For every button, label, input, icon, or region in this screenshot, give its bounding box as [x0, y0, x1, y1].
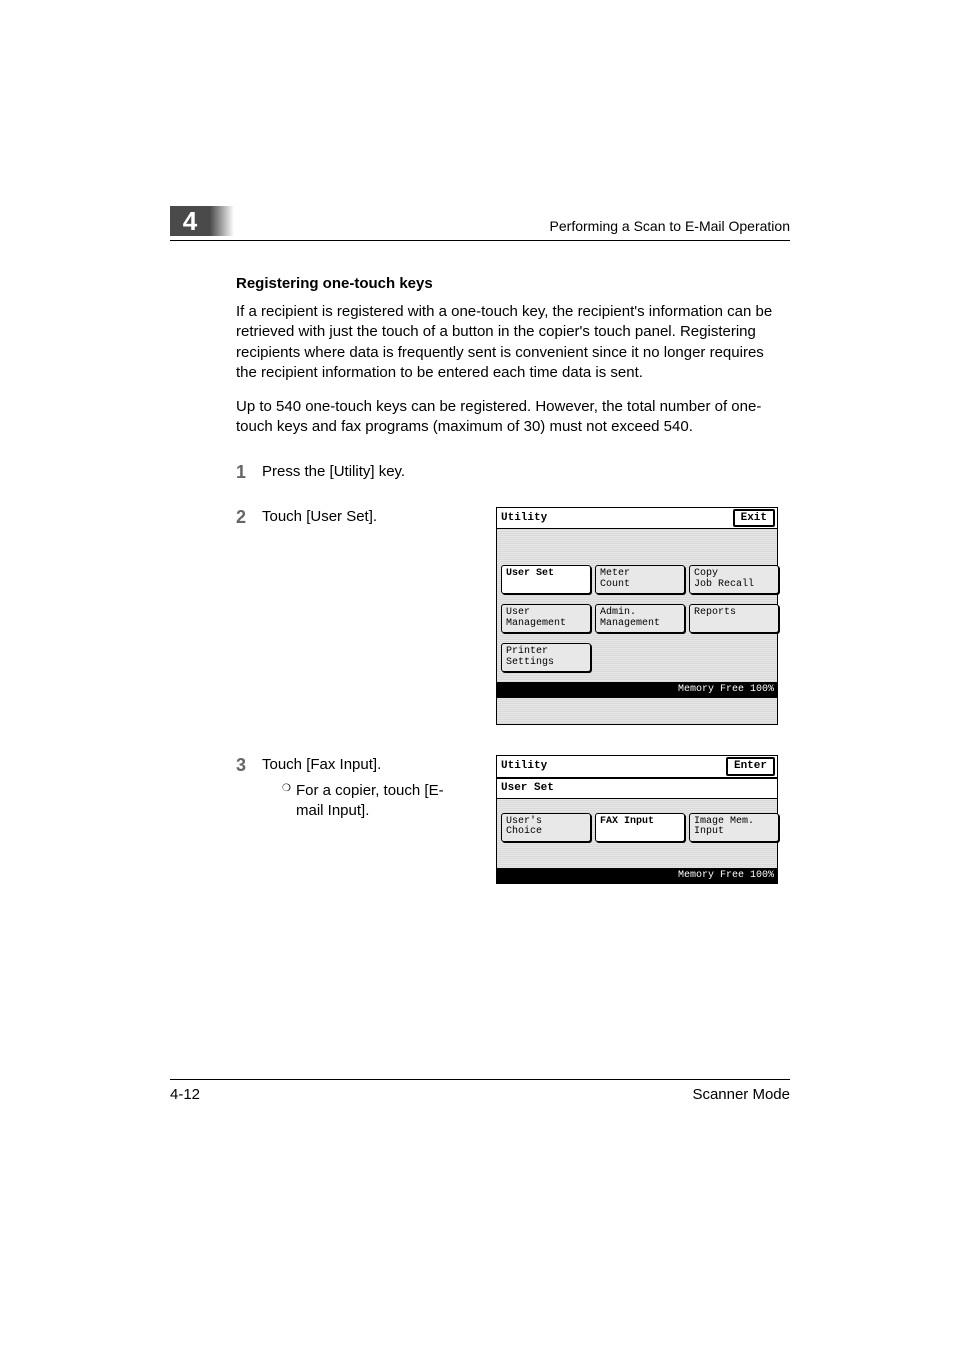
meter-count-button[interactable]: Meter Count [595, 565, 685, 594]
step-1: 1 Press the [Utility] key. [236, 462, 786, 483]
bullet-icon: ❍ [282, 781, 296, 797]
step-text: Touch [User Set]. [262, 507, 462, 527]
paragraph-1: If a recipient is registered with a one-… [236, 302, 786, 383]
enter-button[interactable]: Enter [726, 757, 775, 776]
step-number: 2 [236, 507, 262, 528]
memory-status: Memory Free 100% [497, 682, 777, 698]
step-number: 3 [236, 755, 262, 776]
screenshot-user-set: Utility Enter User Set User's Choice FAX… [496, 755, 786, 890]
touch-panel-utility: Utility Exit User Set Meter Count Copy J… [496, 507, 778, 725]
step-3: 3 Touch [Fax Input]. ❍ For a copier, tou… [236, 755, 786, 890]
panel-body: User Set Meter Count Copy Job Recall Use… [497, 529, 777, 724]
button-row-1: User Set Meter Count Copy Job Recall [501, 565, 773, 594]
image-mem-input-button[interactable]: Image Mem. Input [689, 813, 779, 842]
touch-panel-user-set: Utility Enter User Set User's Choice FAX… [496, 755, 778, 884]
panel-header: Utility Enter [497, 756, 777, 778]
admin-management-button[interactable]: Admin. Management [595, 604, 685, 633]
page-number: 4-12 [170, 1086, 200, 1103]
panel-subtitle: User Set [497, 778, 777, 799]
chapter-accent [210, 206, 234, 236]
screenshot-utility: Utility Exit User Set Meter Count Copy J… [496, 507, 786, 731]
step-text: Touch [Fax Input]. [262, 755, 462, 775]
fax-input-button[interactable]: FAX Input [595, 813, 685, 842]
section-heading: Registering one-touch keys [236, 275, 786, 292]
step-text-column: Touch [Fax Input]. ❍ For a copier, touch… [262, 755, 462, 822]
footer-mode: Scanner Mode [692, 1086, 790, 1103]
panel-body: User Set User's Choice FAX Input Image M… [497, 778, 777, 883]
page-footer: 4-12 Scanner Mode [170, 1079, 790, 1103]
copy-job-recall-button[interactable]: Copy Job Recall [689, 565, 779, 594]
button-row-2: User Management Admin. Management Report… [501, 604, 773, 633]
panel-header: Utility Exit [497, 508, 777, 530]
printer-settings-button[interactable]: Printer Settings [501, 643, 591, 672]
chapter-number: 4 [170, 206, 210, 236]
user-set-button[interactable]: User Set [501, 565, 591, 594]
paragraph-2: Up to 540 one-touch keys can be register… [236, 397, 786, 438]
sub-bullet: ❍ For a copier, touch [E-mail Input]. [282, 781, 462, 822]
users-choice-button[interactable]: User's Choice [501, 813, 591, 842]
step-text: Press the [Utility] key. [262, 462, 786, 482]
steps-list: 1 Press the [Utility] key. 2 Touch [User… [236, 462, 786, 891]
reports-button[interactable]: Reports [689, 604, 779, 633]
button-row: User's Choice FAX Input Image Mem. Input [501, 813, 773, 842]
user-management-button[interactable]: User Management [501, 604, 591, 633]
content-area: 4 Performing a Scan to E-Mail Operation … [170, 206, 790, 914]
step-body: Touch [User Set]. Utility Exit User Set [262, 507, 786, 731]
step-number: 1 [236, 462, 262, 483]
page: 4 Performing a Scan to E-Mail Operation … [0, 0, 954, 1351]
exit-button[interactable]: Exit [733, 509, 775, 528]
header-title: Performing a Scan to E-Mail Operation [550, 218, 790, 236]
page-header: 4 Performing a Scan to E-Mail Operation [170, 206, 790, 241]
step-body: Touch [Fax Input]. ❍ For a copier, touch… [262, 755, 786, 890]
panel-title: Utility [499, 511, 549, 526]
step-2: 2 Touch [User Set]. Utility Exit [236, 507, 786, 731]
sub-bullet-text: For a copier, touch [E-mail Input]. [296, 781, 462, 822]
panel-title: Utility [499, 759, 549, 774]
button-row-3: Printer Settings [501, 643, 773, 672]
body-text: Registering one-touch keys If a recipien… [236, 275, 786, 890]
memory-status: Memory Free 100% [497, 868, 777, 884]
